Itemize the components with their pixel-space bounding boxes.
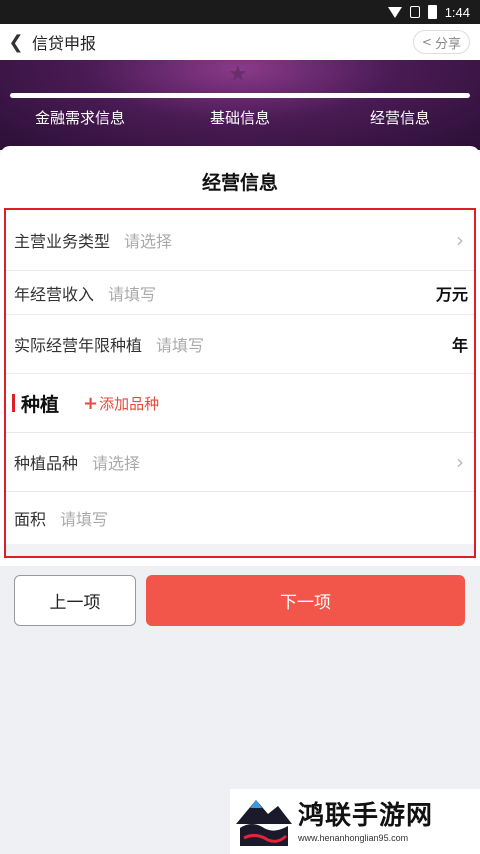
main-business-type-select[interactable]: 请选择 — [124, 228, 172, 252]
step-progress-bar — [10, 93, 470, 98]
main-business-type-row[interactable]: 主营业务类型 请选择 › — [6, 210, 474, 271]
next-button[interactable]: 下一项 — [146, 575, 465, 626]
chevron-right-icon: › — [456, 228, 464, 252]
wifi-icon — [387, 6, 402, 18]
years-planting-unit: 年 — [451, 336, 468, 355]
watermark: 鸿联手游网 www.henanhonglian95.com — [230, 789, 480, 854]
annual-income-label: 年经营收入 — [14, 284, 95, 304]
share-icon: < — [421, 35, 432, 49]
form-card: 经营信息 主营业务类型 请选择 › 年经营收入 请填写 万元 实际经营年限种植 … — [0, 146, 480, 566]
watermark-title: 鸿联手游网 — [298, 800, 434, 831]
area-input[interactable]: 请填写 — [60, 506, 108, 530]
annual-income-unit: 万元 — [435, 284, 468, 304]
battery-icon — [427, 5, 437, 19]
sim-card-icon — [409, 6, 420, 18]
prev-button[interactable]: 上一项 — [14, 575, 136, 626]
form-bottom-strip — [6, 544, 474, 556]
section-marker — [12, 394, 15, 412]
chevron-right-icon: › — [456, 450, 464, 474]
watermark-url: www.henanhonglian95.com — [298, 832, 409, 843]
share-label: 分享 — [434, 36, 461, 52]
area-label: 面积 — [14, 510, 47, 529]
chevron-left-icon: ❮ — [8, 31, 24, 53]
years-planting-row: 实际经营年限种植 请填写 年 — [6, 315, 474, 374]
variety-row[interactable]: 种植品种 请选择 › — [6, 433, 474, 492]
page-title: 信贷申报 — [32, 34, 97, 53]
main-business-type-label: 主营业务类型 — [14, 232, 111, 251]
status-bar: 1:44 — [0, 0, 480, 24]
card-title: 经营信息 — [201, 172, 278, 194]
business-form: 主营业务类型 请选择 › 年经营收入 请填写 万元 实际经营年限种植 请填写 年… — [4, 208, 476, 558]
step-tabs: 金融需求信息 基础信息 经营信息 — [0, 107, 480, 128]
star-decoration-icon: ★ — [228, 62, 248, 87]
add-variety-button[interactable]: + 添加品种 — [83, 393, 159, 414]
area-row: 面积 请填写 — [6, 492, 474, 544]
back-button[interactable]: ❮ — [0, 24, 32, 60]
share-button[interactable]: < 分享 — [412, 30, 470, 54]
step-finance-demand[interactable]: 金融需求信息 — [0, 107, 160, 128]
plus-icon: + — [83, 392, 99, 414]
step-basic-info[interactable]: 基础信息 — [160, 107, 320, 128]
planting-section-header: 种植 + 添加品种 — [6, 374, 474, 433]
nav-bar: ❮ 信贷申报 < 分享 — [0, 24, 480, 60]
step-business-info[interactable]: 经营信息 — [320, 107, 480, 128]
years-planting-label: 实际经营年限种植 — [14, 336, 143, 355]
planting-section-title: 种植 — [21, 393, 60, 416]
status-time: 1:44 — [444, 4, 470, 20]
annual-income-row: 年经营收入 请填写 万元 — [6, 271, 474, 315]
annual-income-input[interactable]: 请填写 — [108, 281, 156, 305]
years-planting-input[interactable]: 请填写 — [156, 332, 204, 356]
add-variety-label: 添加品种 — [99, 394, 160, 413]
watermark-logo-icon — [236, 800, 292, 846]
step-header: ★ 金融需求信息 基础信息 经营信息 — [0, 60, 480, 150]
variety-select[interactable]: 请选择 — [92, 450, 140, 474]
variety-label: 种植品种 — [14, 454, 79, 473]
